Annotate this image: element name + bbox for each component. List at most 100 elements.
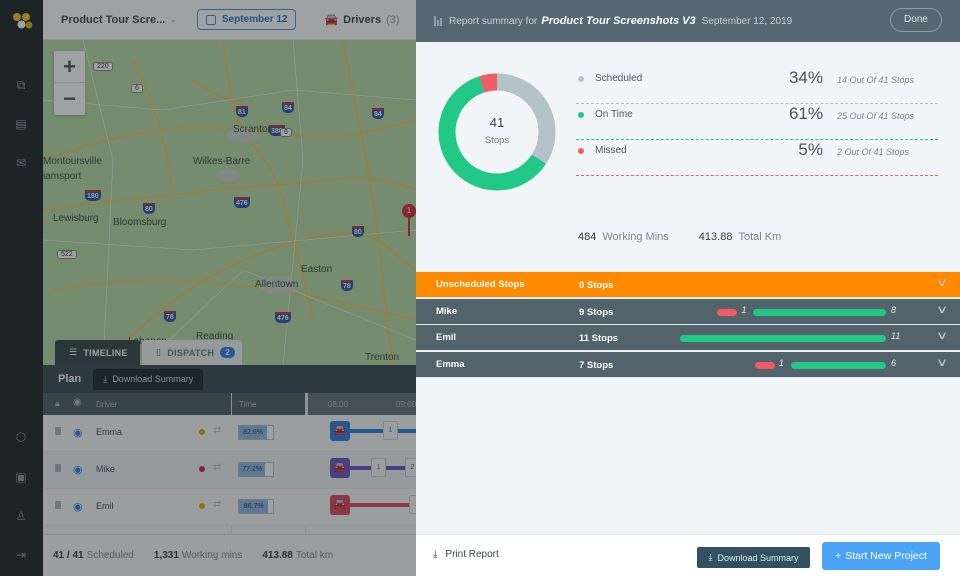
driver-summary-list: Unscheduled Stops 0 Stops ∨ Mike 9 Stops… <box>416 272 960 378</box>
car-icon[interactable]: 🚘 <box>330 421 350 441</box>
row-count: 9 Stops <box>579 306 614 318</box>
report-footer: ⤓ Print Report ⤓ Download Summary + Star… <box>416 534 960 576</box>
driver-row[interactable]: ◉ Mike ⇄ 77.2% 🚘 1 2 <box>43 452 416 489</box>
utilization-bar: 77.2% <box>238 462 274 477</box>
eye-icon[interactable]: ◉ <box>73 463 83 476</box>
eye-icon[interactable]: ◉ <box>73 426 83 439</box>
timeline-header: 08:00 09:00 <box>305 393 416 415</box>
profile-icon[interactable]: ♙ <box>14 509 28 523</box>
chevron-down-icon[interactable]: ∨ <box>936 356 948 369</box>
chevron-down-icon[interactable]: ∨ <box>936 276 948 289</box>
missed-bar <box>754 361 775 369</box>
tab-timeline[interactable]: ☰ TIMELINE <box>55 340 140 365</box>
stop-box[interactable]: 1 <box>371 458 386 477</box>
us-route-shield: 220 <box>93 62 113 71</box>
print-report-button[interactable]: ⤓ Print Report <box>433 549 499 560</box>
download-label: Download Summary <box>112 374 194 384</box>
drivers-button[interactable]: 🚘 Drivers (3) <box>324 13 399 27</box>
legend-row-missed: Missed 5% 2 Out Of 41 Stops <box>576 140 938 176</box>
missed-count: 1 <box>778 357 784 368</box>
eye-icon[interactable]: ◉ <box>73 397 82 408</box>
scheduled-stat: 41 / 41 Scheduled <box>53 550 134 561</box>
donut-center: 41 Stops <box>436 71 558 193</box>
calendar-icon <box>205 14 216 25</box>
driver-summary-row[interactable]: Emma 7 Stops ∨ 1 6 <box>416 351 960 378</box>
logo-icon[interactable] <box>11 12 33 30</box>
done-button[interactable]: Done <box>890 8 942 32</box>
map[interactable]: + − Scranton Wilkes-Barre Montoursville … <box>43 40 416 365</box>
lock-icon[interactable] <box>55 427 61 435</box>
legend-name: Missed <box>595 145 627 156</box>
zoom-in-button[interactable]: + <box>54 51 85 83</box>
interstate-shield: 84 <box>372 108 384 119</box>
phone-icon: ▯ <box>156 347 162 357</box>
zoom-out-button[interactable]: − <box>54 83 85 115</box>
swap-icon[interactable]: ⇄ <box>213 462 221 473</box>
swap-icon[interactable]: ⇄ <box>213 425 221 436</box>
car-icon: 🚘 <box>324 14 339 26</box>
driver-row[interactable]: ◉ Emma ⇄ 82.6% 🚘 1 <box>43 415 416 452</box>
new-project-label: Start New Project <box>845 550 927 562</box>
map-marker[interactable]: 1 <box>402 204 416 238</box>
report-project-title: Product Tour Screenshots V3 <box>541 15 696 27</box>
us-route-shield: 522 <box>57 250 77 259</box>
map-label: iamsport <box>43 171 82 182</box>
swap-icon[interactable]: ⇄ <box>213 499 221 510</box>
planner-app: Product Tour Scre... ⌄ September 12 🚘 Dr… <box>43 0 416 576</box>
integrations-icon[interactable]: ▣ <box>14 470 28 484</box>
unscheduled-stops-row[interactable]: Unscheduled Stops 0 Stops ∨ <box>416 272 960 298</box>
driver-summary-row[interactable]: Mike 9 Stops ∨ 1 8 <box>416 298 960 325</box>
total-km: 413.88 Total Km <box>698 231 782 243</box>
chevron-down-icon[interactable]: ⌄ <box>169 14 177 25</box>
project-selector[interactable]: Product Tour Scre... <box>61 14 165 26</box>
start-new-project-button[interactable]: + Start New Project <box>822 542 940 570</box>
interstate-shield: 78 <box>164 311 176 322</box>
help-icon[interactable]: ⬡ <box>14 430 28 444</box>
logout-icon[interactable]: ⇥ <box>14 548 28 562</box>
tab-dispatch[interactable]: ▯ DISPATCH 2 <box>142 340 242 365</box>
legend-dot <box>578 148 584 154</box>
road <box>43 89 416 111</box>
route-line <box>350 503 416 507</box>
legend-detail: 25 Out Of 41 Stops <box>837 111 915 121</box>
stop-box[interactable]: 1 <box>383 421 398 440</box>
sliders-icon: ☰ <box>69 347 78 357</box>
on-time-count: 6 <box>891 357 897 368</box>
car-icon[interactable]: 🚘 <box>330 495 350 515</box>
us-route-shield: 6 <box>131 84 143 93</box>
date-picker[interactable]: September 12 <box>196 9 297 30</box>
chevron-down-icon[interactable]: ∨ <box>936 303 948 316</box>
stop-box[interactable]: 1 <box>409 495 416 514</box>
lock-icon[interactable]: 🔒︎ <box>55 398 60 409</box>
lock-icon[interactable] <box>55 501 61 509</box>
road <box>52 279 416 321</box>
road <box>342 40 394 365</box>
car-icon[interactable]: 🚘 <box>330 458 350 478</box>
messages-icon[interactable]: ✉ <box>14 156 28 170</box>
stops-legend: Scheduled 34% 14 Out Of 41 Stops On Time… <box>576 68 938 176</box>
driver-summary-row[interactable]: Emil 11 Stops ∨ 11 <box>416 325 960 351</box>
plan-footer: 41 / 41 Scheduled 1,331 Working mins 413.8… <box>43 534 416 576</box>
chevron-down-icon[interactable]: ∨ <box>936 329 948 342</box>
utilization-value: 86.7% <box>239 500 269 513</box>
map-label: Scranton <box>233 124 274 135</box>
reports-icon[interactable]: ▤ <box>14 117 28 131</box>
driver-row[interactable]: ◉ Emil ⇄ 86.7% 🚘 1 <box>43 489 416 526</box>
utilization-value: 77.2% <box>239 463 266 476</box>
projects-icon[interactable]: ⧉ <box>14 78 28 92</box>
utilization-value: 82.6% <box>239 426 268 439</box>
eye-icon[interactable]: ◉ <box>73 500 83 513</box>
date-label: September 12 <box>221 14 288 25</box>
lock-icon[interactable] <box>55 464 61 472</box>
on-time-bar <box>790 361 886 369</box>
download-summary-button[interactable]: ⤓ Download Summary <box>697 547 810 568</box>
map-label: Montoursville <box>43 156 102 167</box>
row-name: Mike <box>436 305 458 317</box>
on-time-bar <box>753 308 886 316</box>
download-summary-button[interactable]: ⤓ Download Summary <box>93 368 204 390</box>
download-icon: ⤓ <box>708 552 713 562</box>
timeline-tick: 08:00 <box>328 400 349 409</box>
stop-box[interactable]: 2 <box>405 458 416 477</box>
drivers-label: Drivers <box>343 13 382 26</box>
legend-row-scheduled: Scheduled 34% 14 Out Of 41 Stops <box>576 68 938 104</box>
